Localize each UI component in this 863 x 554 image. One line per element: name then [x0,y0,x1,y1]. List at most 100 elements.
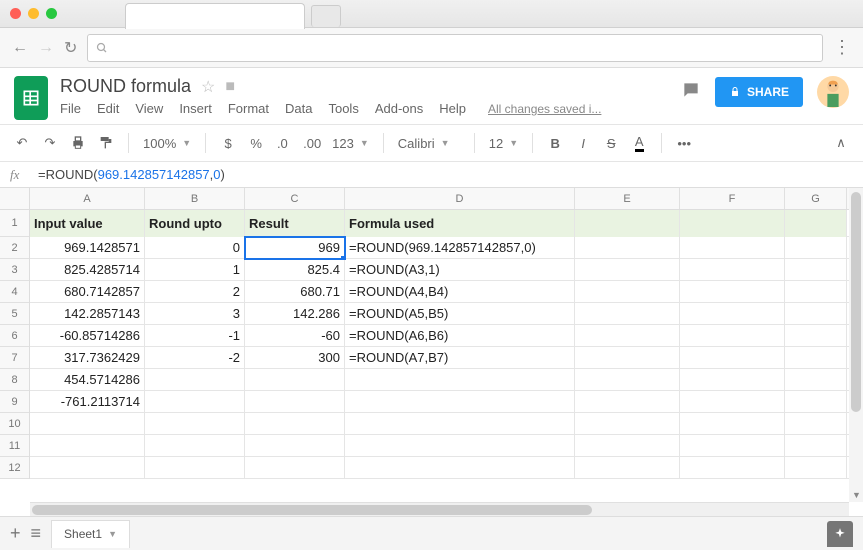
all-sheets-button[interactable]: ≡ [31,523,42,544]
cell-b8[interactable] [145,369,245,391]
header-cell-g[interactable] [785,210,847,237]
address-bar[interactable] [87,34,823,62]
cell-a4[interactable]: 680.7142857 [30,281,145,303]
cell-b12[interactable] [145,457,245,479]
cell-f10[interactable] [680,413,785,435]
row-header-1[interactable]: 1 [0,210,29,237]
menu-view[interactable]: View [135,101,163,116]
cell-a8[interactable]: 454.5714286 [30,369,145,391]
menu-data[interactable]: Data [285,101,312,116]
sheet-tab-menu-icon[interactable]: ▼ [108,529,117,539]
row-header-7[interactable]: 7 [0,347,29,369]
redo-button[interactable]: ↷ [38,131,62,155]
row-header-12[interactable]: 12 [0,457,29,479]
cell-g5[interactable] [785,303,847,325]
cell-f3[interactable] [680,259,785,281]
cell-d8[interactable] [345,369,575,391]
cell-b10[interactable] [145,413,245,435]
row-header-5[interactable]: 5 [0,303,29,325]
cell-f2[interactable] [680,237,785,259]
vertical-scrollbar[interactable]: ▼ [849,188,863,502]
cell-c2[interactable]: 969 [245,237,345,259]
col-header-g[interactable]: G [785,188,847,209]
cell-d5[interactable]: =ROUND(A5,B5) [345,303,575,325]
cell-g11[interactable] [785,435,847,457]
menu-insert[interactable]: Insert [179,101,212,116]
account-avatar[interactable] [817,76,849,108]
cell-a12[interactable] [30,457,145,479]
font-family-dropdown[interactable]: Calibri▼ [394,136,464,151]
strikethrough-button[interactable]: S [599,131,623,155]
back-button[interactable]: ← [12,39,28,57]
add-sheet-button[interactable]: + [10,523,21,544]
cell-c5[interactable]: 142.286 [245,303,345,325]
currency-button[interactable]: $ [216,131,240,155]
cell-f12[interactable] [680,457,785,479]
cell-f6[interactable] [680,325,785,347]
decrease-decimal-button[interactable]: .0 [272,131,296,155]
cell-d3[interactable]: =ROUND(A3,1) [345,259,575,281]
cell-d10[interactable] [345,413,575,435]
cell-d6[interactable]: =ROUND(A6,B6) [345,325,575,347]
save-status[interactable]: All changes saved i... [488,102,601,116]
undo-button[interactable]: ↶ [10,131,34,155]
col-header-c[interactable]: C [245,188,345,209]
cell-f5[interactable] [680,303,785,325]
row-header-9[interactable]: 9 [0,391,29,413]
cell-e10[interactable] [575,413,680,435]
cell-a9[interactable]: -761.2113714 [30,391,145,413]
cell-e5[interactable] [575,303,680,325]
cell-a7[interactable]: 317.7362429 [30,347,145,369]
cell-e6[interactable] [575,325,680,347]
cell-g10[interactable] [785,413,847,435]
text-color-button[interactable]: A [627,131,651,155]
header-cell-f[interactable] [680,210,785,237]
menu-help[interactable]: Help [439,101,466,116]
cell-g9[interactable] [785,391,847,413]
menu-format[interactable]: Format [228,101,269,116]
cell-b11[interactable] [145,435,245,457]
folder-icon[interactable]: ■ [225,78,235,96]
cell-a6[interactable]: -60.85714286 [30,325,145,347]
cell-b3[interactable]: 1 [145,259,245,281]
cell-f7[interactable] [680,347,785,369]
col-header-e[interactable]: E [575,188,680,209]
menu-edit[interactable]: Edit [97,101,119,116]
header-cell-e[interactable] [575,210,680,237]
header-cell-b[interactable]: Round upto [145,210,245,237]
header-cell-d[interactable]: Formula used [345,210,575,237]
bold-button[interactable]: B [543,131,567,155]
forward-button[interactable]: → [38,39,54,57]
explore-button[interactable] [827,521,853,547]
minimize-window-button[interactable] [28,8,39,19]
reload-button[interactable]: ↻ [64,38,77,58]
more-formats-dropdown[interactable]: 123▼ [328,136,373,151]
cell-b2[interactable]: 0 [145,237,245,259]
new-tab-button[interactable] [311,5,341,27]
cell-c4[interactable]: 680.71 [245,281,345,303]
col-header-b[interactable]: B [145,188,245,209]
cell-d2[interactable]: =ROUND(969.142857142857,0) [345,237,575,259]
cell-f8[interactable] [680,369,785,391]
cell-g2[interactable] [785,237,847,259]
sheets-logo[interactable] [14,76,48,120]
cell-a5[interactable]: 142.2857143 [30,303,145,325]
select-all-corner[interactable] [0,188,30,209]
cell-d7[interactable]: =ROUND(A7,B7) [345,347,575,369]
star-icon[interactable]: ☆ [201,77,215,97]
cell-e4[interactable] [575,281,680,303]
document-title[interactable]: ROUND formula [60,76,191,97]
cell-e3[interactable] [575,259,680,281]
cell-b4[interactable]: 2 [145,281,245,303]
col-header-d[interactable]: D [345,188,575,209]
comments-button[interactable] [681,80,701,105]
row-header-10[interactable]: 10 [0,413,29,435]
horizontal-scrollbar[interactable] [30,502,849,516]
cell-c6[interactable]: -60 [245,325,345,347]
browser-tab-active[interactable] [125,3,305,29]
cell-c3[interactable]: 825.4 [245,259,345,281]
cell-d9[interactable] [345,391,575,413]
cell-f4[interactable] [680,281,785,303]
cell-d12[interactable] [345,457,575,479]
cell-g12[interactable] [785,457,847,479]
